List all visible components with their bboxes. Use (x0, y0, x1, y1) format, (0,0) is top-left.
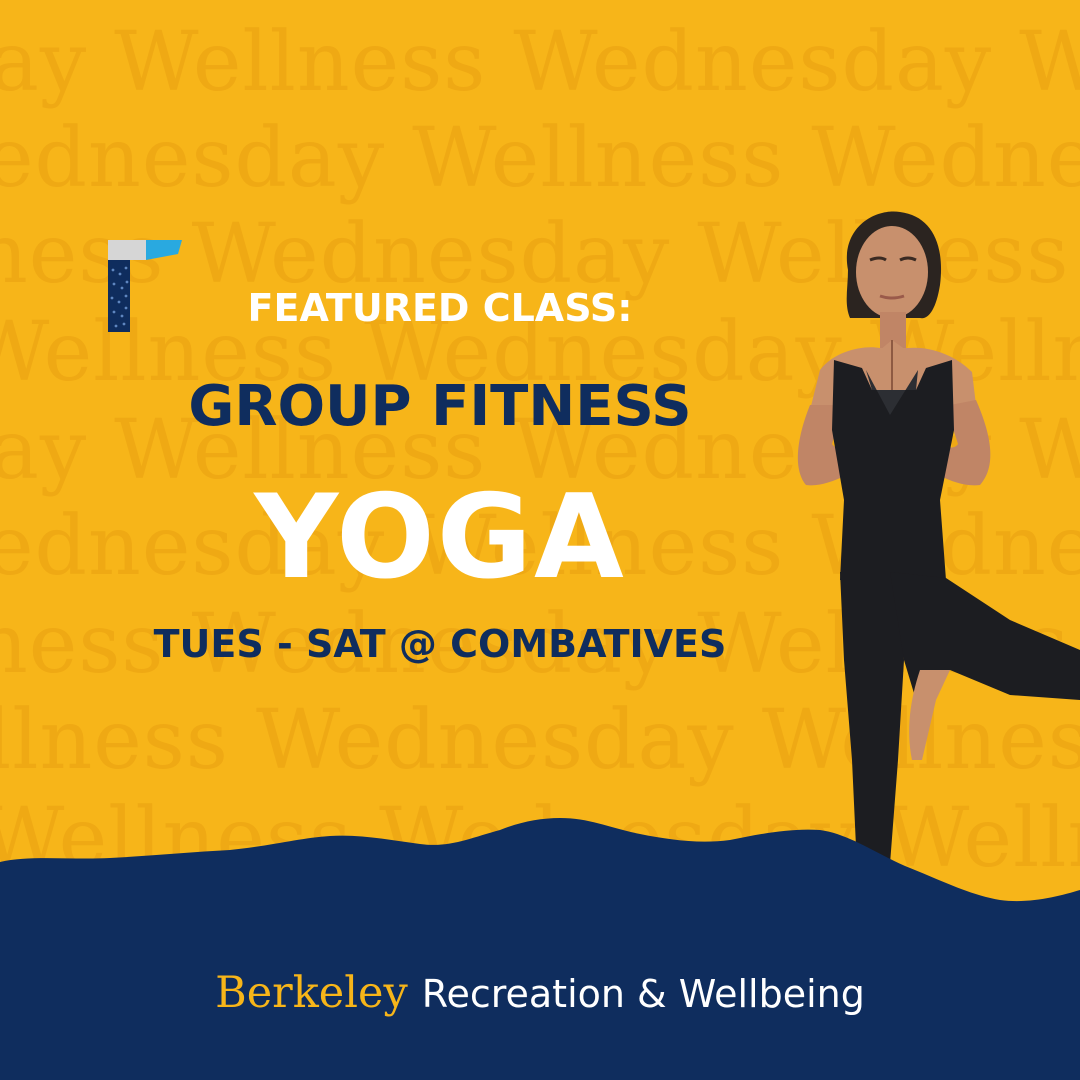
department-name: Recreation & Wellbeing (421, 972, 865, 1016)
class-name: YOGA (254, 470, 626, 605)
featured-class-eyebrow: FEATURED CLASS: (247, 286, 633, 330)
brand-lockup: Berkeley Recreation & Wellbeing (0, 968, 1080, 1018)
promo-graphic: ay Wellness Wednesday Wellness ednesday … (0, 0, 1080, 1080)
watermark-line: ednesday Wellness Wednesday W (0, 111, 1080, 206)
program-title: GROUP FITNESS (188, 374, 692, 439)
mountain-silhouette (0, 818, 1080, 1080)
watermark-line: ay Wellness Wednesday Wellness (0, 15, 1080, 110)
berkeley-wordmark: Berkeley (215, 968, 408, 1018)
schedule-location: TUES - SAT @ COMBATIVES (153, 622, 727, 666)
